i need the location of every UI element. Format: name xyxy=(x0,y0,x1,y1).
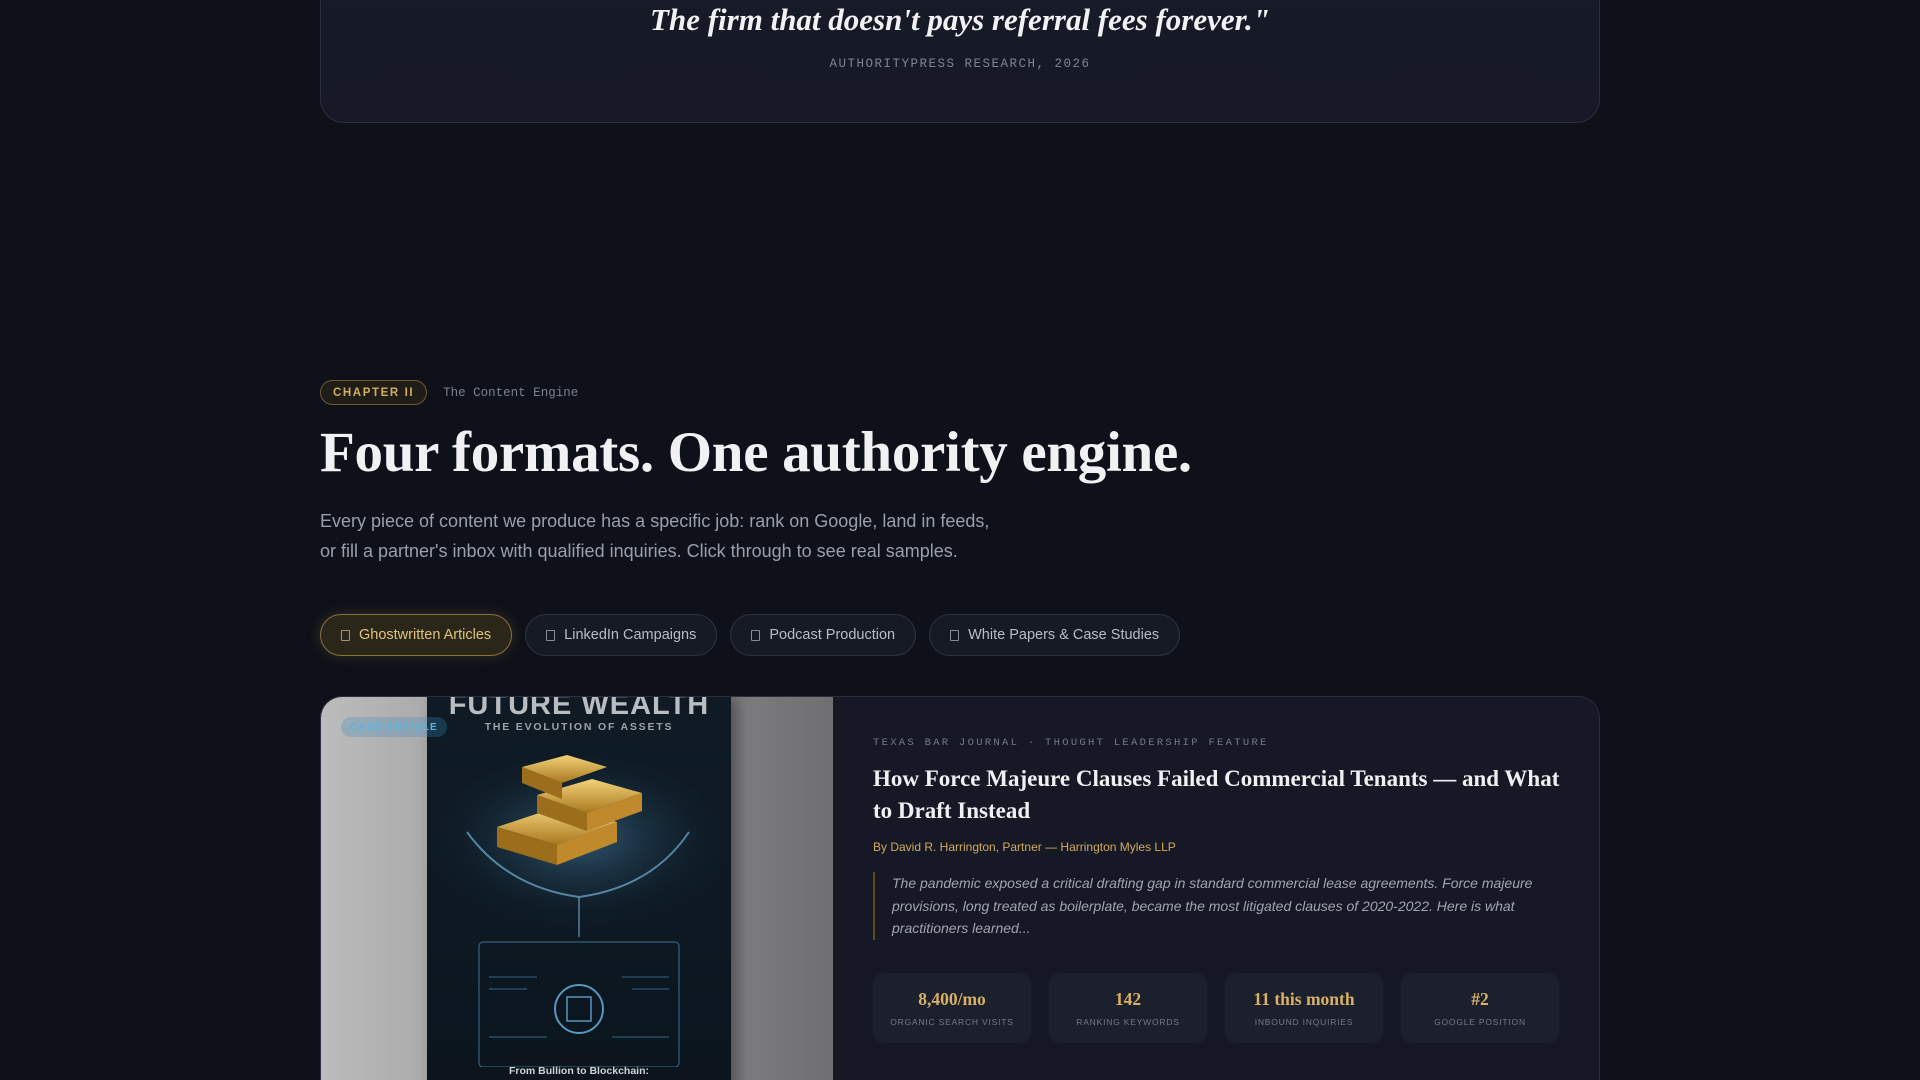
quote-source: AUTHORITYPRESS RESEARCH, 2026 xyxy=(829,57,1091,71)
document-icon xyxy=(341,629,350,641)
tab-white-papers-case-studies[interactable]: White Papers & Case Studies xyxy=(929,614,1181,656)
article-excerpt: The pandemic exposed a critical drafting… xyxy=(873,872,1563,940)
intro-line-2: or fill a partner's inbox with qualified… xyxy=(320,541,958,561)
stat-value: 11 this month xyxy=(1253,989,1355,1009)
stat-ranking-keywords: 142 RANKING KEYWORDS xyxy=(1049,973,1207,1043)
document-icon xyxy=(950,629,960,641)
quote-card: The firm that doesn't pays referral fees… xyxy=(320,0,1600,123)
stat-value: #2 xyxy=(1471,989,1489,1009)
document-icon xyxy=(751,629,761,641)
tab-linkedin-campaigns[interactable]: LinkedIn Campaigns xyxy=(525,614,718,656)
article-title[interactable]: How Force Majeure Clauses Failed Commerc… xyxy=(873,763,1563,827)
intro-line-1: Every piece of content we produce has a … xyxy=(320,511,990,531)
stat-inbound-inquiries: 11 this month INBOUND INQUIRIES xyxy=(1225,973,1383,1043)
book-title: FUTURE WEALTH xyxy=(448,697,710,721)
case-article-pill: CASE ARTICLE xyxy=(341,717,447,737)
sample-article-card[interactable]: FUTURE WEALTH THE EVOLUTION OF ASSETS Fr… xyxy=(320,696,1600,1080)
book-footer: From Bullion to Blockchain: xyxy=(508,1065,649,1077)
section-intro: Every piece of content we produce has a … xyxy=(320,506,1040,566)
article-stats: 8,400/mo ORGANIC SEARCH VISITS 142 RANKI… xyxy=(873,973,1559,1043)
document-icon xyxy=(546,629,556,641)
tab-podcast-production[interactable]: Podcast Production xyxy=(730,614,917,656)
chapter-row: CHAPTER II The Content Engine xyxy=(320,380,578,405)
tab-label: Podcast Production xyxy=(769,627,896,643)
stat-label: GOOGLE POSITION xyxy=(1434,1017,1526,1027)
stat-label: INBOUND INQUIRIES xyxy=(1254,1017,1354,1027)
tab-label: Ghostwritten Articles xyxy=(359,627,492,643)
book-subtitle: THE EVOLUTION OF ASSETS xyxy=(484,721,674,733)
tab-label: White Papers & Case Studies xyxy=(968,627,1160,643)
format-tabs: Ghostwritten Articles LinkedIn Campaigns… xyxy=(320,614,1181,656)
stat-label: RANKING KEYWORDS xyxy=(1076,1017,1180,1027)
article-byline: By David R. Harrington, Partner — Harrin… xyxy=(873,840,1176,854)
stat-google-position: #2 GOOGLE POSITION xyxy=(1401,973,1559,1043)
section-headline: Four formats. One authority engine. xyxy=(320,421,1192,484)
book-cover: FUTURE WEALTH THE EVOLUTION OF ASSETS Fr… xyxy=(427,697,731,1080)
quote-text: The firm that doesn't pays referral fees… xyxy=(650,2,1270,37)
gold-bars-illustration xyxy=(429,755,729,1067)
article-kicker: TEXAS BAR JOURNAL · THOUGHT LEADERSHIP F… xyxy=(873,737,1269,749)
article-cover-image: FUTURE WEALTH THE EVOLUTION OF ASSETS Fr… xyxy=(321,697,833,1080)
tab-label: LinkedIn Campaigns xyxy=(564,627,697,643)
stat-value: 8,400/mo xyxy=(918,989,986,1009)
tab-ghostwritten-articles[interactable]: Ghostwritten Articles xyxy=(320,614,513,656)
stat-organic-search-visits: 8,400/mo ORGANIC SEARCH VISITS xyxy=(873,973,1031,1043)
chapter-badge: CHAPTER II xyxy=(320,380,428,405)
stat-value: 142 xyxy=(1114,989,1142,1009)
chapter-subtitle: The Content Engine xyxy=(443,385,579,400)
stat-label: ORGANIC SEARCH VISITS xyxy=(890,1017,1014,1027)
